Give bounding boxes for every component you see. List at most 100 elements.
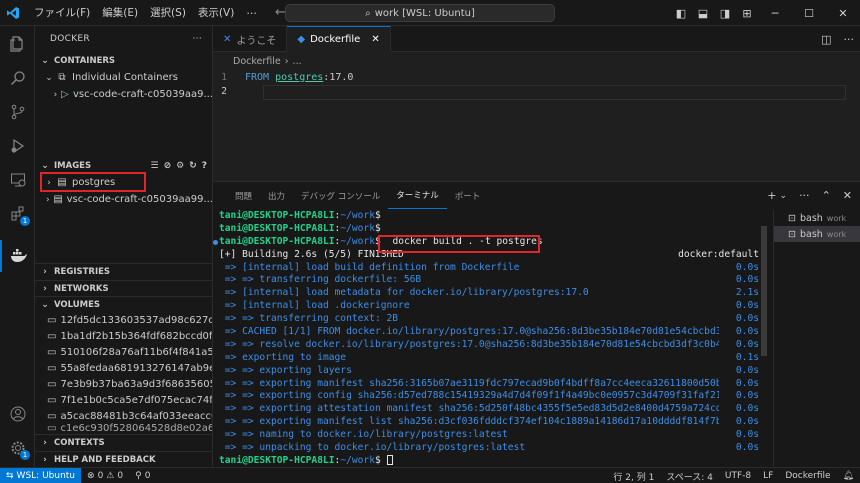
toggle-sidebar-icon[interactable]: ◧ [670, 7, 692, 20]
cursor-position[interactable]: 行 2, 列 1 [607, 470, 660, 483]
customize-layout-icon[interactable]: ⊞ [736, 7, 758, 20]
close-icon[interactable]: ✕ [843, 189, 852, 202]
container-label: vsc-code-craft-c05039aa9... [72, 89, 213, 100]
vscode-logo-icon: ✕ [223, 33, 232, 45]
close-window-icon[interactable]: ✕ [826, 7, 860, 20]
close-icon[interactable]: ✕ [371, 34, 379, 45]
maximize-panel-icon[interactable]: ⌃ [822, 189, 831, 202]
terminal-line: tani@DESKTOP-HCPA8LI:~/work$ [219, 454, 763, 468]
breadcrumb-symbol[interactable]: ... [293, 56, 302, 67]
notifications-bell-icon[interactable]: 🔔︎ [837, 471, 860, 481]
terminal-instance[interactable]: ⊡ bash work [774, 226, 860, 242]
networks-section-header[interactable]: › NETWORKS [35, 280, 212, 296]
source-control-icon[interactable] [0, 96, 35, 128]
menu-view[interactable]: 表示(V) [192, 5, 240, 20]
build-step-line: => => exporting attestation manifest sha… [219, 403, 759, 416]
ports-count: 0 [144, 470, 151, 481]
container-group-row[interactable]: ⌄ ⧉ Individual Containers [35, 69, 212, 86]
tab-welcome[interactable]: ✕ ようこそ [213, 26, 288, 52]
build-step-line: => [internal] load .dockerignore 0.0s [219, 300, 759, 313]
terminal-line: tani@DESKTOP-HCPA8LI:~/work$ [219, 222, 381, 234]
split-editor-icon[interactable]: ◫ [821, 33, 831, 46]
end-of-line[interactable]: LF [757, 471, 779, 481]
terminal-icon: ⊡ [788, 212, 796, 224]
extensions-icon[interactable]: 1 [0, 198, 35, 230]
new-terminal-plus-icon[interactable]: + [767, 189, 776, 202]
volume-row[interactable]: ▭510106f28a76af11b6f4f841a5ec... [35, 344, 212, 361]
remote-explorer-icon[interactable] [0, 164, 35, 196]
toggle-panel-icon[interactable]: ⬓ [692, 7, 714, 20]
remote-label: WSL: Ubuntu [16, 470, 76, 481]
volume-row[interactable]: ▭12fd5dc133603537ad98c627cf8... [35, 312, 212, 329]
build-step-text: => => transferring context: 2B [219, 313, 399, 325]
more-actions-icon[interactable]: ··· [844, 33, 855, 46]
indentation[interactable]: スペース: 4 [660, 470, 719, 483]
remote-indicator[interactable]: ⇆ WSL: Ubuntu [0, 467, 82, 483]
command-center-search[interactable]: ⌕ work [WSL: Ubuntu] [285, 4, 555, 22]
registries-section-header[interactable]: › REGISTRIES [35, 263, 212, 279]
images-header-label: IMAGES [54, 161, 92, 171]
volume-row[interactable]: ▭7f1e1b0c5ca5e7df075ecac74fcf... [35, 392, 212, 409]
menu-selection[interactable]: 選択(S) [144, 5, 192, 20]
group-by-icon[interactable]: ☰ [151, 161, 159, 171]
tab-terminal[interactable]: ターミナル [388, 182, 447, 209]
chevron-down-icon: ⌄ [41, 161, 49, 171]
tab-dockerfile[interactable]: ◆ Dockerfile ✕ [287, 26, 391, 52]
tab-output[interactable]: 出力 [260, 182, 293, 209]
breadcrumb-file[interactable]: Dockerfile [233, 56, 281, 67]
settings-gear-icon[interactable]: 1 [0, 432, 35, 464]
configure-gear-icon[interactable]: ⚙ [176, 161, 184, 171]
ports-indicator[interactable]: ⚲ 0 [129, 471, 156, 481]
explorer-icon[interactable] [0, 28, 35, 60]
container-row[interactable]: › ▷ vsc-code-craft-c05039aa9... [35, 86, 213, 103]
volume-label: 1ba1df2b15b364fdf682bccd0f4... [60, 331, 213, 342]
problems-indicator[interactable]: ⊗ 0 ⚠ 0 [81, 471, 129, 481]
chevron-down-icon[interactable]: ⌄ [780, 191, 788, 201]
docker-icon[interactable] [0, 240, 35, 272]
chevron-right-icon: › [53, 89, 58, 100]
code-line[interactable]: 1 FROM postgres:17.0 [213, 70, 860, 84]
running-container-icon: ▷ [61, 89, 69, 100]
tab-ports[interactable]: ポート [447, 182, 489, 209]
docker-file-icon: ◆ [297, 34, 306, 45]
image-icon: ▤ [53, 194, 63, 205]
menu-more[interactable]: … [240, 5, 263, 20]
terminal-name: bash [799, 212, 823, 224]
tab-debug-console[interactable]: デバッグ コンソール [293, 182, 388, 209]
encoding[interactable]: UTF-8 [719, 471, 757, 481]
terminal-prompt: tani@DESKTOP-HCPA8LI [219, 454, 335, 466]
menu-edit[interactable]: 編集(E) [96, 5, 144, 20]
volume-row[interactable]: ▭55a8fedaa681913276147ab9e4... [35, 360, 212, 377]
volume-row[interactable]: ▭ 1ba1df2b15b364fdf682bccd0f4... [35, 328, 213, 345]
highlight-box-postgres-image [40, 172, 146, 192]
volume-row[interactable]: ▭c1e6c930f528064528d8e02a67... [35, 423, 212, 433]
tab-problems[interactable]: 問題 [227, 182, 260, 209]
contexts-section-header[interactable]: › CONTEXTS [35, 434, 212, 450]
code-image-name[interactable]: postgres [275, 72, 323, 83]
volume-row[interactable]: ▭7e3b9b37ba63a9d3f686356050... [35, 376, 212, 393]
terminal-scrollbar[interactable] [761, 226, 767, 356]
build-step-text: => CACHED [1/1] FROM docker.io/library/p… [219, 326, 719, 338]
language-mode[interactable]: Dockerfile [779, 471, 836, 481]
help-section-header[interactable]: › HELP AND FEEDBACK [35, 451, 212, 467]
menu-file[interactable]: ファイル(F) [28, 5, 96, 20]
help-icon[interactable]: ? [202, 161, 207, 171]
toggle-secondary-sidebar-icon[interactable]: ◨ [714, 7, 736, 20]
terminal-prompt: tani@DESKTOP-HCPA8LI [219, 235, 335, 247]
build-step-text: => exporting to image [219, 351, 347, 363]
volume-icon: ▭ [47, 315, 57, 326]
more-actions-icon[interactable]: ··· [799, 189, 810, 202]
build-step-text: => [internal] load build definition from… [219, 261, 520, 273]
run-debug-icon[interactable] [0, 130, 35, 162]
search-icon[interactable] [0, 62, 35, 94]
terminal-instance[interactable]: ⊡ bash work [774, 210, 860, 226]
refresh-icon[interactable]: ↻ [189, 161, 197, 171]
minimize-window-icon[interactable]: ─ [758, 7, 792, 20]
more-actions-icon[interactable]: ··· [193, 34, 202, 44]
image-row-vsc[interactable]: › ▤ vsc-code-craft-c05039aa99... [35, 191, 212, 208]
prune-icon[interactable]: ⊘ [164, 161, 172, 171]
volumes-section-header[interactable]: ⌄ VOLUMES [35, 296, 212, 312]
account-icon[interactable] [0, 398, 35, 430]
containers-section-header[interactable]: ⌄ CONTAINERS [35, 53, 212, 69]
maximize-window-icon[interactable]: ☐ [792, 7, 826, 20]
